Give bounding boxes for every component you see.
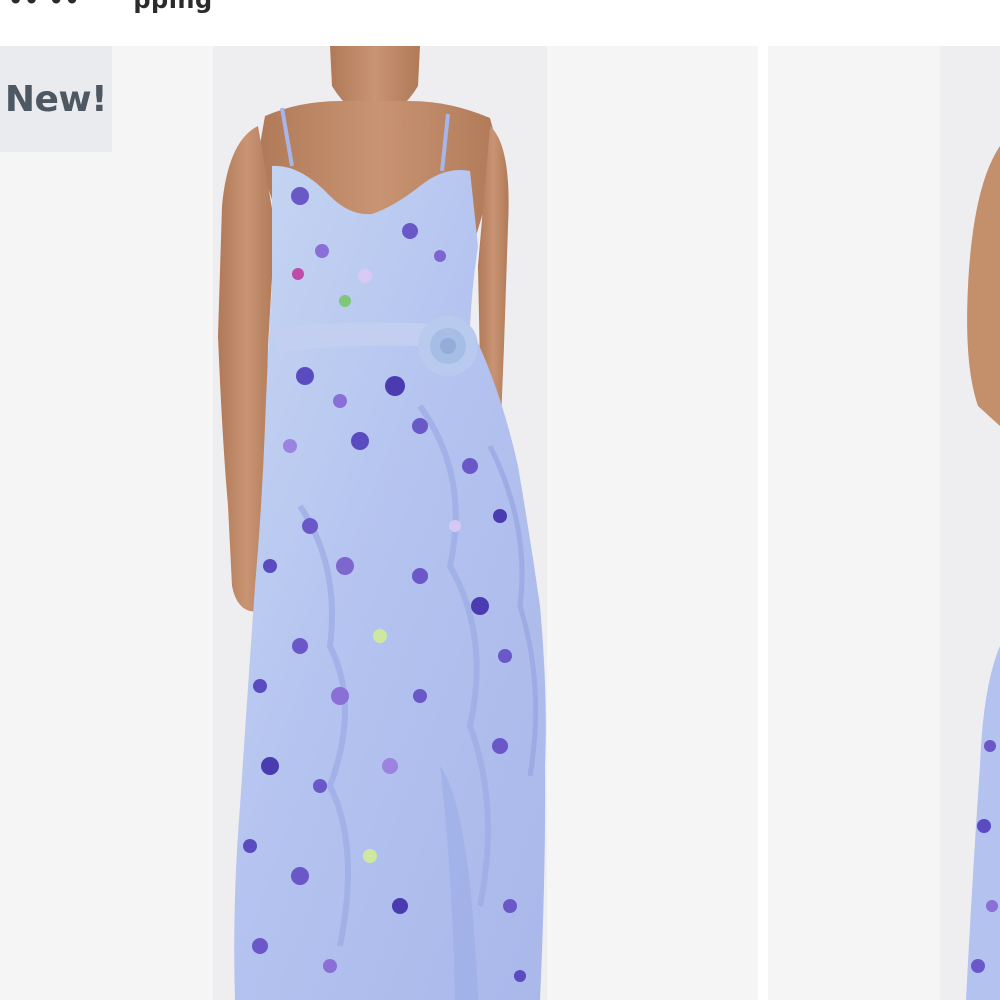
- product-image-gallery[interactable]: New!: [0, 46, 1000, 1000]
- model-partial-image: [966, 146, 1000, 1000]
- new-badge-label: New!: [4, 78, 108, 120]
- new-badge: New!: [0, 46, 112, 152]
- top-header-strip: •• •• pping: [0, 0, 1000, 46]
- gallery-slide-next[interactable]: [768, 46, 1000, 1000]
- model-partial-arm: [967, 146, 1000, 426]
- model-dress-image: [218, 46, 546, 1000]
- header-cut-text: •• •• pping: [8, 0, 213, 14]
- gallery-slide-main[interactable]: New!: [0, 46, 758, 1000]
